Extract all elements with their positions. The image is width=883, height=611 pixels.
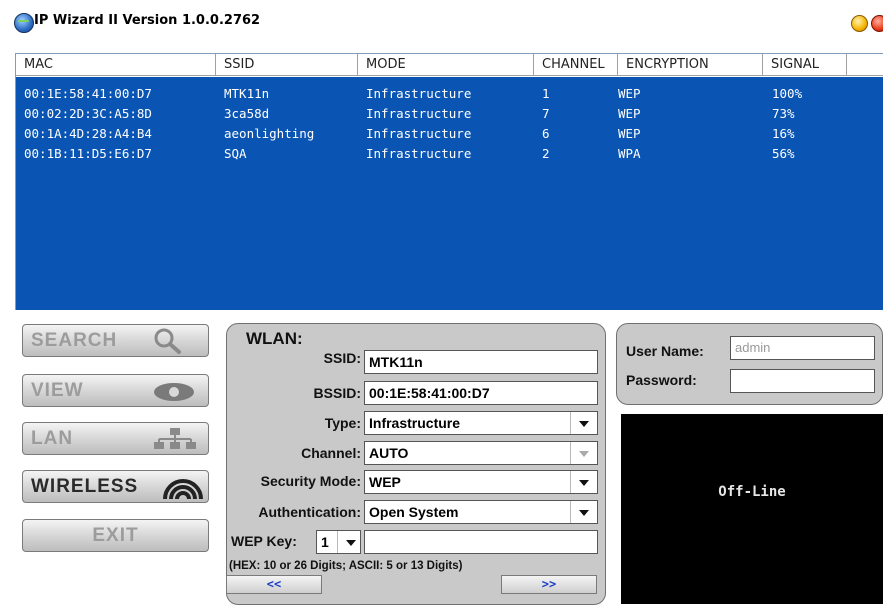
cell-encryption: WEP xyxy=(618,106,641,121)
bssid-field[interactable]: 00:1E:58:41:00:D7 xyxy=(364,381,598,405)
cell-mode: Infrastructure xyxy=(366,106,472,121)
cell-encryption: WEP xyxy=(618,86,641,101)
wep-key-label: WEP Key: xyxy=(231,533,297,549)
wlan-panel: WLAN: SSID: MTK11n BSSID: 00:1E:58:41:00… xyxy=(226,323,606,605)
channel-label: Channel: xyxy=(301,445,361,461)
password-label: Password: xyxy=(626,372,697,388)
username-label: User Name: xyxy=(626,343,704,359)
cell-mac: 00:1A:4D:28:A4:B4 xyxy=(24,126,152,141)
globe-network-icon xyxy=(14,13,34,33)
exit-button[interactable]: EXIT xyxy=(22,519,209,552)
close-button[interactable] xyxy=(871,15,883,32)
table-row[interactable]: 00:1E:58:41:00:D7 MTK11n Infrastructure … xyxy=(16,85,883,103)
search-button-label: SEARCH xyxy=(31,330,118,351)
channel-value: AUTO xyxy=(369,445,409,461)
view-button-label: VIEW xyxy=(31,380,84,401)
search-icon xyxy=(154,328,181,354)
cell-mac: 00:1E:58:41:00:D7 xyxy=(24,86,152,101)
cell-mode: Infrastructure xyxy=(366,86,472,101)
column-header-signal[interactable]: SIGNAL xyxy=(763,54,847,76)
chevron-down-icon[interactable] xyxy=(570,442,597,464)
column-header-mac[interactable]: MAC xyxy=(16,54,216,76)
minimize-button[interactable] xyxy=(851,15,868,32)
chevron-down-icon[interactable] xyxy=(337,531,360,553)
view-button[interactable]: VIEW xyxy=(22,374,209,407)
exit-button-label: EXIT xyxy=(92,525,139,546)
cell-signal: 56% xyxy=(772,146,795,161)
column-header-encryption[interactable]: ENCRYPTION xyxy=(618,54,763,76)
cell-signal: 100% xyxy=(772,86,803,101)
title-bar: IP Wizard II Version 1.0.0.2762 xyxy=(0,0,883,44)
lan-button-label: LAN xyxy=(31,428,74,449)
cell-signal: 73% xyxy=(772,106,795,121)
cell-mac: 00:02:2D:3C:A5:8D xyxy=(24,106,152,121)
column-header-filler xyxy=(847,54,883,76)
wireless-button[interactable]: WIRELESS xyxy=(22,470,209,503)
authentication-value: Open System xyxy=(369,504,459,520)
lan-button[interactable]: LAN xyxy=(22,422,209,455)
previous-button[interactable]: << xyxy=(226,575,322,594)
authentication-label: Authentication: xyxy=(258,504,361,520)
type-dropdown[interactable]: Infrastructure xyxy=(364,411,598,435)
search-button[interactable]: SEARCH xyxy=(22,324,209,357)
list-header: MAC SSID MODE CHANNEL ENCRYPTION SIGNAL xyxy=(16,54,883,77)
username-field[interactable]: admin xyxy=(730,336,875,360)
cell-ssid: SQA xyxy=(224,146,247,161)
column-header-mode[interactable]: MODE xyxy=(358,54,534,76)
cell-encryption: WEP xyxy=(618,126,641,141)
wep-key-index-dropdown[interactable]: 1 xyxy=(316,530,361,554)
eye-icon xyxy=(154,383,194,401)
wep-key-field[interactable] xyxy=(364,530,598,554)
chevron-down-icon[interactable] xyxy=(570,471,597,493)
security-mode-value: WEP xyxy=(369,474,401,490)
cell-mode: Infrastructure xyxy=(366,146,472,161)
cell-channel: 2 xyxy=(542,146,550,161)
cell-signal: 16% xyxy=(772,126,795,141)
cell-ssid: 3ca58d xyxy=(224,106,270,121)
cell-channel: 1 xyxy=(542,86,550,101)
wireless-button-label: WIRELESS xyxy=(31,476,139,497)
security-mode-dropdown[interactable]: WEP xyxy=(364,470,598,494)
cell-ssid: aeonlighting xyxy=(224,126,315,141)
chevron-down-icon[interactable] xyxy=(570,501,597,523)
cell-channel: 6 xyxy=(542,126,550,141)
table-row[interactable]: 00:1B:11:D5:E6:D7 SQA Infrastructure 2 W… xyxy=(16,145,883,163)
cell-channel: 7 xyxy=(542,106,550,121)
chevron-down-icon[interactable] xyxy=(570,412,597,434)
status-text: Off-Line xyxy=(718,484,786,500)
column-header-channel[interactable]: CHANNEL xyxy=(534,54,618,76)
cell-ssid: MTK11n xyxy=(224,86,270,101)
password-field[interactable] xyxy=(730,369,875,393)
channel-dropdown[interactable]: AUTO xyxy=(364,441,598,465)
app-window: IP Wizard II Version 1.0.0.2762 MAC SSID… xyxy=(0,0,883,611)
security-mode-label: Security Mode: xyxy=(260,473,361,489)
ssid-label: SSID: xyxy=(323,350,361,366)
ssid-field[interactable]: MTK11n xyxy=(364,350,598,374)
wep-key-index-value: 1 xyxy=(321,534,329,550)
wlan-title: WLAN: xyxy=(246,329,303,348)
wep-key-hint: (HEX: 10 or 26 Digits; ASCII: 5 or 13 Di… xyxy=(229,560,463,572)
authentication-dropdown[interactable]: Open System xyxy=(364,500,598,524)
table-row[interactable]: 00:1A:4D:28:A4:B4 aeonlighting Infrastru… xyxy=(16,125,883,143)
cell-mac: 00:1B:11:D5:E6:D7 xyxy=(24,146,152,161)
login-panel: User Name: admin Password: xyxy=(616,323,883,405)
status-display: Off-Line xyxy=(621,414,883,604)
bssid-label: BSSID: xyxy=(313,385,361,401)
window-title: IP Wizard II Version 1.0.0.2762 xyxy=(34,13,261,28)
table-row[interactable]: 00:02:2D:3C:A5:8D 3ca58d Infrastructure … xyxy=(16,105,883,123)
cell-encryption: WPA xyxy=(618,146,641,161)
wireless-signal-icon xyxy=(163,479,203,500)
type-value: Infrastructure xyxy=(369,415,461,431)
type-label: Type: xyxy=(324,415,361,431)
network-tree-icon xyxy=(154,428,196,449)
cell-mode: Infrastructure xyxy=(366,126,472,141)
next-button[interactable]: >> xyxy=(501,575,597,594)
network-list[interactable]: MAC SSID MODE CHANNEL ENCRYPTION SIGNAL … xyxy=(15,53,883,310)
column-header-ssid[interactable]: SSID xyxy=(216,54,358,76)
